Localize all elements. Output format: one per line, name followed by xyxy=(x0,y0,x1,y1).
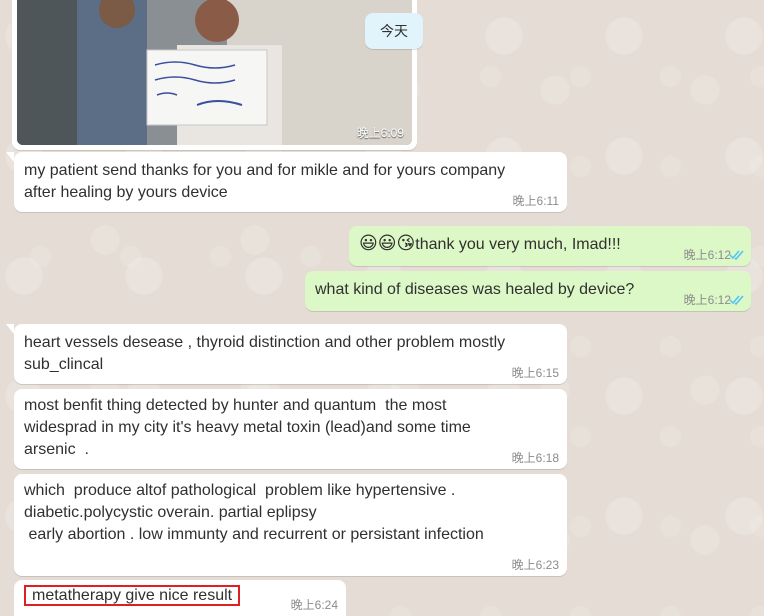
message-text: most benfit thing detected by hunter and… xyxy=(24,397,471,458)
message-emoji: 😃😃😘 xyxy=(359,233,416,254)
message-time: 晚上6:18 xyxy=(511,451,559,465)
message-text: my patient send thanks for you and for m… xyxy=(24,162,506,201)
photo-illustration xyxy=(17,0,412,145)
message-text: thank you very much, Imad!!! xyxy=(415,236,621,253)
message-outgoing[interactable]: 😃😃😘thank you very much, Imad!!! 晚上6:12 xyxy=(349,226,751,266)
message-incoming[interactable]: heart vessels desease , thyroid distinct… xyxy=(6,324,567,384)
message-incoming[interactable]: my patient send thanks for you and for m… xyxy=(6,152,567,212)
message-incoming[interactable]: most benfit thing detected by hunter and… xyxy=(14,389,567,469)
message-time: 晚上6:12 xyxy=(683,293,731,307)
message-photo[interactable]: 晚上6:09 xyxy=(17,0,412,145)
message-time: 晚上6:15 xyxy=(511,366,559,380)
photo-time: 晚上6:09 xyxy=(356,126,404,140)
message-text: heart vessels desease , thyroid distinct… xyxy=(24,334,506,373)
double-check-icon xyxy=(729,250,744,261)
message-time: 晚上6:12 xyxy=(683,248,731,262)
message-incoming[interactable]: metatherapy give nice result 晚上6:24 xyxy=(14,580,346,616)
message-text: which produce altof pathological problem… xyxy=(24,482,484,543)
bubble-tail xyxy=(6,324,14,334)
bubble-tail xyxy=(6,152,14,162)
message-incoming[interactable]: which produce altof pathological problem… xyxy=(14,474,567,576)
double-check-icon xyxy=(729,295,744,306)
message-time: 晚上6:23 xyxy=(511,558,559,572)
date-chip: 今天 xyxy=(365,13,423,49)
photo-message[interactable]: 晚上6:09 今天 xyxy=(12,0,423,150)
message-text: metatherapy give nice result xyxy=(32,587,233,604)
message-time: 晚上6:11 xyxy=(512,194,559,208)
highlight-box: metatherapy give nice result xyxy=(24,585,241,606)
message-time: 晚上6:24 xyxy=(290,598,338,612)
message-outgoing[interactable]: what kind of diseases was healed by devi… xyxy=(305,271,751,311)
message-text: what kind of diseases was healed by devi… xyxy=(315,281,635,298)
